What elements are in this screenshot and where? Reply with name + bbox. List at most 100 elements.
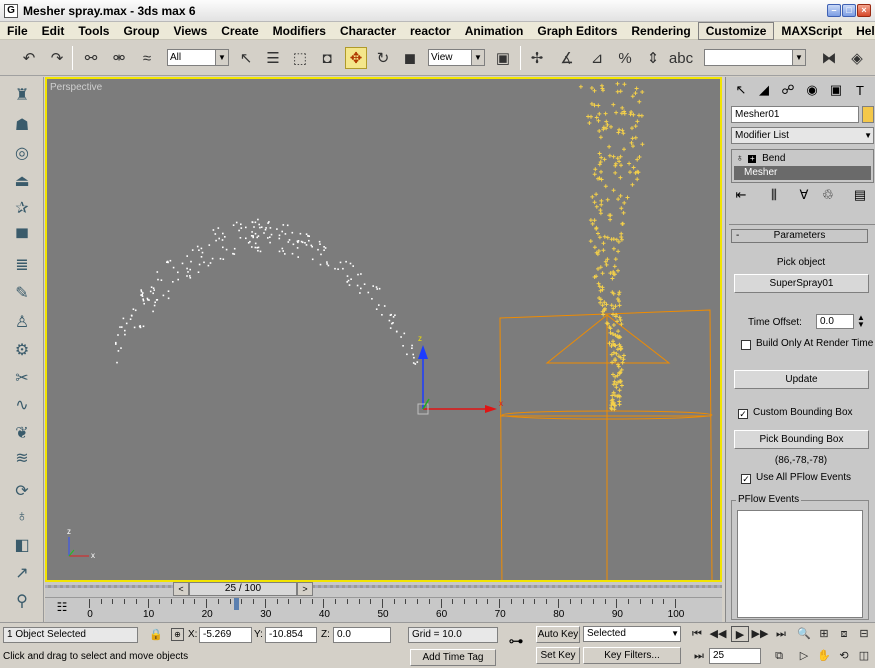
- select-link-icon[interactable]: ⚯: [80, 47, 102, 69]
- time-slider-track[interactable]: < 25 / 100 >: [45, 582, 722, 597]
- unlink-icon[interactable]: ⚮: [108, 47, 130, 69]
- modifier-stack-item-mesher[interactable]: Mesher: [734, 166, 871, 180]
- menu-edit[interactable]: Edit: [35, 22, 72, 40]
- redo-icon[interactable]: ↷: [46, 47, 68, 69]
- parameters-rollout-header[interactable]: - Parameters: [731, 229, 868, 243]
- gear-icon[interactable]: ⚙: [10, 338, 34, 362]
- select-manipulate-icon[interactable]: ✢: [526, 47, 548, 69]
- fern-icon[interactable]: ❦: [10, 421, 34, 445]
- scale-icon[interactable]: ◼: [399, 47, 421, 69]
- modify-tab-icon[interactable]: ◢: [754, 80, 774, 100]
- select-by-name-icon[interactable]: ☰: [262, 47, 284, 69]
- menu-reactor[interactable]: reactor: [403, 22, 458, 40]
- app-icon[interactable]: G: [4, 3, 18, 18]
- percent-snap-icon[interactable]: %: [614, 47, 636, 69]
- configure-sets-icon[interactable]: ▤: [850, 185, 870, 205]
- zoom-icon[interactable]: 🔍: [795, 626, 813, 642]
- utilities-tab-icon[interactable]: T: [850, 80, 870, 100]
- move-icon[interactable]: ✥: [345, 47, 367, 69]
- track-bar[interactable]: ☷ 0 10 20 30 40 50 60 70 80 90 100: [45, 597, 722, 622]
- set-key-button[interactable]: Set Key: [536, 647, 580, 664]
- update-button[interactable]: Update: [734, 370, 869, 389]
- x-coordinate-field[interactable]: -5.269: [199, 627, 252, 643]
- expand-icon[interactable]: +: [748, 155, 757, 163]
- pin-stack-icon[interactable]: ⇤: [731, 185, 751, 205]
- hierarchy-tab-icon[interactable]: ☍: [778, 80, 798, 100]
- menu-rendering[interactable]: Rendering: [624, 22, 697, 40]
- spinner-snap-icon[interactable]: ⇕: [642, 47, 664, 69]
- remove-modifier-icon[interactable]: ♲: [818, 185, 838, 205]
- rectangular-selection-icon[interactable]: ⬚: [289, 47, 311, 69]
- rotate-icon[interactable]: ↻: [372, 47, 394, 69]
- key-mode-toggle-icon[interactable]: ⏭: [690, 648, 708, 664]
- star-icon[interactable]: ✰: [10, 196, 34, 220]
- modifier-list-dropdown[interactable]: Modifier List ▼: [731, 127, 874, 144]
- arc-rotate-icon[interactable]: ⟲: [835, 648, 853, 664]
- time-offset-spinner[interactable]: ▲ ▼: [856, 314, 866, 329]
- add-time-tag-button[interactable]: Add Time Tag: [410, 649, 496, 666]
- menu-tools[interactable]: Tools: [71, 22, 116, 40]
- build-only-checkbox[interactable]: [741, 340, 751, 350]
- menu-customize[interactable]: Customize: [697, 21, 775, 40]
- key-mode-dropdown[interactable]: Selected ▼: [583, 626, 681, 642]
- sphere-icon[interactable]: ◎: [10, 141, 34, 165]
- figure-icon[interactable]: ♁: [10, 505, 34, 529]
- cylinder-icon[interactable]: ≣: [10, 253, 34, 277]
- ripple-icon[interactable]: ≋: [10, 446, 34, 470]
- menu-create[interactable]: Create: [214, 22, 265, 40]
- close-icon[interactable]: ×: [857, 4, 871, 17]
- field-of-view-icon[interactable]: ▷: [795, 648, 813, 664]
- pencil-icon[interactable]: ✎: [10, 281, 34, 305]
- previous-frame-icon[interactable]: ◀◀: [709, 626, 727, 642]
- object-color-swatch[interactable]: [862, 106, 874, 123]
- pick-object-button[interactable]: SuperSpray01: [734, 274, 869, 293]
- pivot-center-icon[interactable]: ▣: [492, 47, 514, 69]
- use-all-pflow-checkbox[interactable]: ✓: [741, 474, 751, 484]
- pflow-events-list[interactable]: [737, 510, 863, 618]
- maximize-icon[interactable]: □: [842, 4, 856, 17]
- display-tab-icon[interactable]: ▣: [826, 80, 846, 100]
- menu-graph-editors[interactable]: Graph Editors: [530, 22, 624, 40]
- time-slider-next-icon[interactable]: >: [297, 582, 313, 596]
- bulb-icon[interactable]: ♁: [736, 153, 744, 164]
- current-frame-field[interactable]: 25: [709, 648, 761, 664]
- object-name-field[interactable]: Mesher01: [731, 106, 859, 123]
- align-icon[interactable]: ◈: [846, 47, 868, 69]
- key-filters-button[interactable]: Key Filters...: [583, 647, 681, 664]
- undo-icon[interactable]: ↶: [18, 47, 40, 69]
- scissor-icon[interactable]: ✂: [10, 366, 34, 390]
- menu-help[interactable]: Help: [849, 22, 875, 40]
- window-crossing-icon[interactable]: ◘: [316, 47, 338, 69]
- menu-group[interactable]: Group: [116, 22, 166, 40]
- pan-icon[interactable]: ✋: [815, 648, 833, 664]
- perspective-viewport[interactable]: Perspective z x z x: [45, 77, 722, 582]
- menu-modifiers[interactable]: Modifiers: [266, 22, 333, 40]
- absolute-mode-icon[interactable]: ⊕: [171, 628, 184, 641]
- menu-maxscript[interactable]: MAXScript: [774, 22, 849, 40]
- cone-icon[interactable]: ⚲: [10, 589, 34, 613]
- go-to-start-icon[interactable]: ⏮: [688, 626, 706, 642]
- pick-icon[interactable]: ↗: [10, 561, 34, 585]
- snap-toggle-icon[interactable]: ∡: [556, 47, 578, 69]
- selection-filter-dropdown[interactable]: All ▼: [167, 49, 229, 66]
- wave-icon[interactable]: ∿: [10, 393, 34, 417]
- minimize-icon[interactable]: –: [827, 4, 841, 17]
- menu-views[interactable]: Views: [166, 22, 214, 40]
- lock-icon[interactable]: 🔒: [149, 628, 163, 641]
- show-end-result-icon[interactable]: ⫼: [764, 185, 784, 205]
- zoom-all-icon[interactable]: ⊞: [815, 626, 833, 642]
- lathe-icon[interactable]: ♙: [10, 310, 34, 334]
- y-coordinate-field[interactable]: -10.854: [265, 627, 317, 643]
- spiral-icon[interactable]: ⟳: [10, 479, 34, 503]
- set-key-icon[interactable]: ⊶: [505, 629, 527, 655]
- mirror-icon[interactable]: ⧓: [818, 47, 840, 69]
- shirt-icon[interactable]: ☗: [10, 113, 34, 137]
- time-slider-prev-icon[interactable]: <: [173, 582, 189, 596]
- time-configuration-icon[interactable]: ⧉: [770, 648, 788, 664]
- named-selection-dropdown[interactable]: ▼: [704, 49, 806, 66]
- reference-coordinate-dropdown[interactable]: View ▼: [428, 49, 485, 66]
- auto-key-button[interactable]: Auto Key: [536, 626, 580, 643]
- z-coordinate-field[interactable]: 0.0: [333, 627, 391, 643]
- go-to-end-icon[interactable]: ⏭: [772, 626, 790, 642]
- time-slider-thumb[interactable]: 25 / 100: [189, 582, 297, 596]
